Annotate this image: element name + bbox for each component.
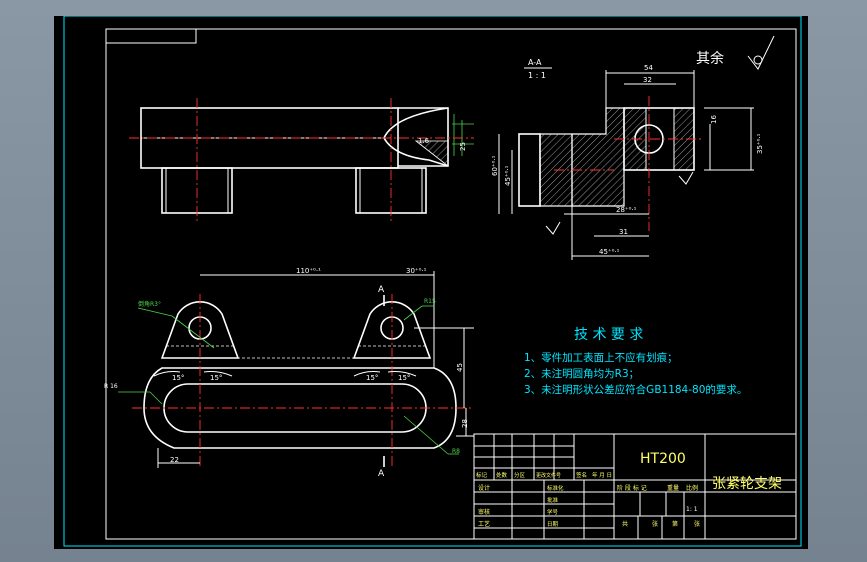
tb-label-change-doc: 更改文件号 <box>536 472 561 479</box>
corner-stamp-box <box>105 28 197 44</box>
front-view <box>129 98 474 221</box>
dim-16: 16 <box>710 115 718 124</box>
tb-label-count: 处数 <box>496 471 508 479</box>
drawing-canvas: 1.6 25 A-A 1 : 1 54 32 16 35⁺⁰·¹ 60⁺⁰·¹ … <box>63 16 802 547</box>
dim-110: 110⁺⁰·¹ <box>296 267 321 275</box>
tech-req-item-2: 2、未注明圆角均为R3； <box>524 367 639 380</box>
tb-label-scale: 比例 <box>686 484 698 492</box>
tech-req-title: 技 术 要 求 <box>574 327 643 343</box>
callout-bottom-right: R8 <box>452 448 460 455</box>
tech-req-item-3: 3、未注明形状公差应符合GB1184-80的要求。 <box>524 383 747 396</box>
tb-label-zone: 分区 <box>514 471 526 479</box>
dim-22: 22 <box>170 456 179 464</box>
tb-label-review: 审核 <box>478 508 490 516</box>
roughness-note: 其余 <box>696 50 724 67</box>
material-label: HT200 <box>640 451 686 467</box>
section-label: A-A <box>528 58 542 67</box>
tb-label-process: 工艺 <box>478 520 490 528</box>
angle-15-b: 15° <box>210 374 222 382</box>
tb-scale-value: 1: 1 <box>686 506 698 513</box>
tb-label-sheet: 张 <box>694 520 700 528</box>
dim-45-horizontal: 45⁺⁰·¹ <box>599 248 620 256</box>
tb-label-student-id: 学号 <box>547 508 559 516</box>
section-mark-top: A <box>378 285 385 295</box>
tb-label-mark: 标记 <box>476 471 488 479</box>
dim-35: 35⁺⁰·¹ <box>756 133 764 154</box>
dim-31: 31 <box>619 228 628 236</box>
angle-15-c: 15° <box>366 374 378 382</box>
dim-30: 30⁺⁰·¹ <box>406 267 427 275</box>
dim-25: 25 <box>459 142 467 151</box>
callout-top-right: R15 <box>424 298 436 305</box>
dim-1-6: 1.6 <box>418 137 430 145</box>
dim-45-right: 45 <box>456 363 464 372</box>
tb-label-sign: 签名 <box>576 471 587 479</box>
dim-45-vertical: 45⁺⁰·¹ <box>504 165 512 186</box>
section-mark-bottom: A <box>378 469 385 479</box>
part-name: 张紧轮支架 <box>712 476 782 492</box>
tb-label-approve: 批准 <box>547 496 559 504</box>
roughness-symbol-icon <box>747 35 775 70</box>
tb-label-stage: 阶 段 标 记 <box>617 484 647 492</box>
angle-15-d: 15° <box>398 374 410 382</box>
dim-54: 54 <box>644 64 653 72</box>
cad-drawing-sheet: 1.6 25 A-A 1 : 1 54 32 16 35⁺⁰·¹ 60⁺⁰·¹ … <box>54 16 808 549</box>
inner-border <box>105 28 797 540</box>
top-view <box>118 271 474 468</box>
section-scale: 1 : 1 <box>528 71 546 80</box>
tb-label-sheets: 张 <box>652 520 658 528</box>
tb-label-no: 第 <box>672 520 678 528</box>
dim-60: 60⁺⁰·¹ <box>491 155 499 176</box>
dim-28: 28⁺⁰·¹ <box>616 206 637 214</box>
dim-28-right: 28 <box>461 419 469 428</box>
angle-15-a: 15° <box>172 374 184 382</box>
tb-label-weight: 重量 <box>667 484 679 492</box>
tb-label-design: 设计 <box>478 484 490 492</box>
tb-label-standard: 标准化 <box>547 484 564 492</box>
tb-label-date-2: 日期 <box>547 521 559 528</box>
outer-frame <box>63 16 802 547</box>
callout-top-left: 倒角R3° <box>138 300 161 308</box>
radius-r16: R 16 <box>104 383 118 390</box>
tb-label-total: 共 <box>622 520 628 528</box>
dim-32: 32 <box>643 76 652 84</box>
tech-req-item-1: 1、零件加工表面上不应有划痕； <box>524 351 678 364</box>
tb-label-date: 年 月 日 <box>592 471 612 479</box>
